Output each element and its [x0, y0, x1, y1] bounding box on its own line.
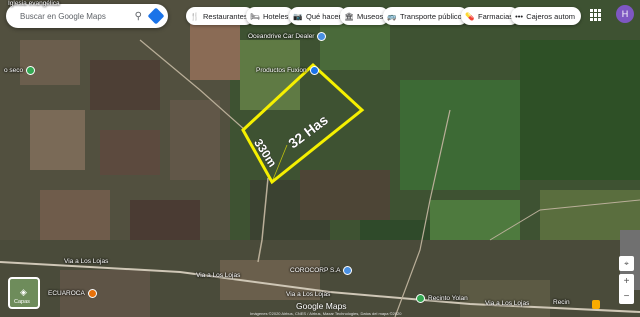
- place-pin-icon: [26, 66, 36, 75]
- layers-button[interactable]: ◈ Capas: [8, 277, 40, 309]
- place-ecuaroca[interactable]: ECUAROCA: [48, 289, 97, 298]
- place-pin-icon: [343, 266, 353, 275]
- place-pin-icon: [317, 32, 327, 41]
- category-things-to-do[interactable]: 📷 Qué hacer: [289, 7, 348, 25]
- pharmacy-icon: 💊: [465, 11, 475, 21]
- camera-icon: 📷: [293, 11, 303, 21]
- category-museums[interactable]: 🏛 Museos: [340, 7, 390, 25]
- search-box[interactable]: ⚲: [6, 4, 168, 28]
- zoom-controls[interactable]: + −: [619, 274, 634, 304]
- museum-icon: 🏛: [344, 11, 354, 21]
- place-seco[interactable]: o seco: [4, 66, 36, 75]
- road-label: Via a Los Lojas: [485, 300, 530, 307]
- layers-icon: ◈: [20, 287, 27, 297]
- pegman-icon[interactable]: [592, 300, 600, 309]
- road-label: Via a Los Lojas: [196, 272, 241, 279]
- category-hotels[interactable]: 🛏 Hoteles: [246, 7, 295, 25]
- more-icon: •••: [515, 11, 524, 21]
- crosshair-icon: ⌖: [624, 258, 629, 268]
- zoom-in-button[interactable]: +: [619, 274, 634, 289]
- road-label: Via a Los Lojas: [286, 291, 331, 298]
- place-recinto-yolan[interactable]: Recinto Yolan: [416, 294, 468, 303]
- apps-grid-icon[interactable]: [590, 9, 602, 21]
- search-icon[interactable]: ⚲: [135, 11, 142, 22]
- directions-icon[interactable]: [147, 7, 165, 25]
- place-corocorp[interactable]: COROCORP S.A: [290, 266, 353, 275]
- place-oceandrive[interactable]: Oceandrive Car Dealer: [248, 32, 327, 41]
- fork-knife-icon: 🍴: [190, 11, 200, 21]
- category-atms[interactable]: ••• Cajeros autom: [511, 7, 581, 25]
- google-maps-logo: Google Maps: [296, 301, 347, 311]
- avatar[interactable]: H: [616, 5, 634, 23]
- place-pin-icon: [309, 66, 319, 75]
- zoom-out-button[interactable]: −: [619, 289, 634, 304]
- bus-icon: 🚌: [387, 11, 397, 21]
- place-pin-icon: [416, 294, 425, 303]
- place-iglesia[interactable]: Iglesia evangélica: [8, 0, 60, 7]
- road-label: Via a Los Lojas: [64, 258, 109, 265]
- place-productos-fuxion[interactable]: Productos Fuxion: [256, 66, 319, 75]
- category-restaurants[interactable]: 🍴 Restaurantes: [186, 7, 254, 25]
- search-input[interactable]: [18, 10, 122, 22]
- category-transit[interactable]: 🚌 Transporte público: [383, 7, 468, 25]
- scale-label: Recin: [553, 299, 570, 306]
- place-pin-icon: [87, 289, 97, 298]
- my-location-button[interactable]: ⌖: [619, 256, 634, 271]
- bed-icon: 🛏: [250, 11, 260, 21]
- attribution-text: Imágenes ©2020 Airbus, CNES / Airbus, Ma…: [250, 311, 402, 316]
